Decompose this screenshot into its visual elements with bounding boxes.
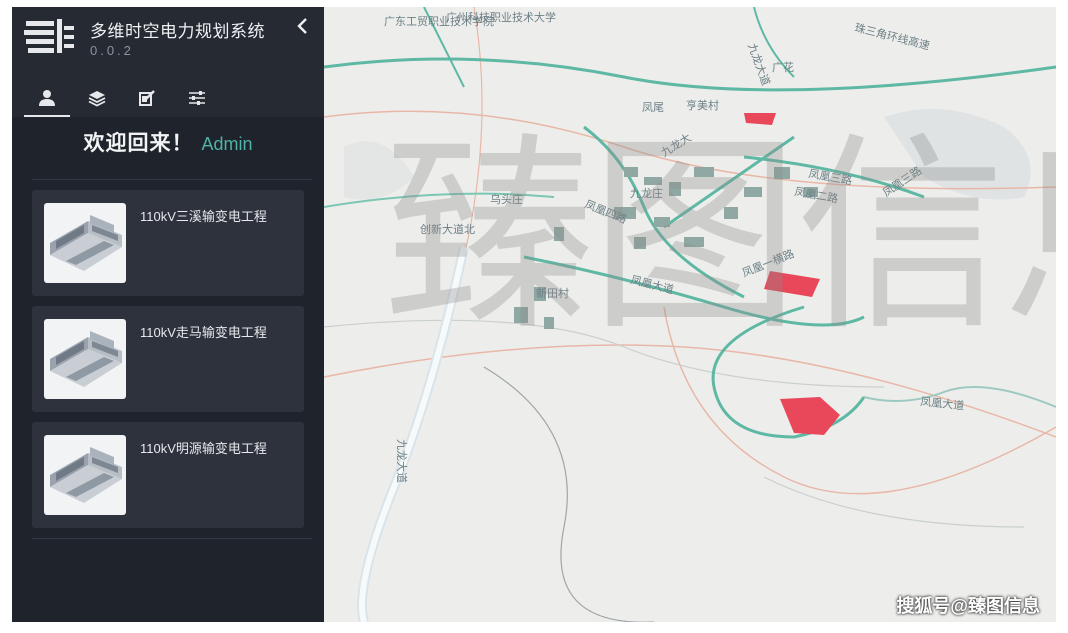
tab-layers[interactable] — [74, 83, 120, 115]
sidebar-tabs — [24, 83, 244, 117]
tab-settings[interactable] — [174, 83, 220, 115]
username-label: Admin — [201, 134, 253, 154]
welcome-text: 欢迎回来！ — [83, 132, 194, 155]
project-card[interactable]: 110kV三溪输变电工程 — [32, 190, 304, 296]
map-label: 凤尾 — [642, 101, 664, 114]
map-label: 广州科技职业技术大学 — [446, 10, 556, 24]
chevron-left-icon — [297, 18, 307, 34]
map-label: 广花 — [772, 61, 794, 74]
sidebar: 多维时空电力规划系统 0.0.2 欢迎回来！ Admin 110kV三溪输变电工… — [12, 7, 324, 622]
map-label: 珠三角环线高速 — [853, 20, 931, 52]
watermark: 臻图信息 — [384, 114, 1056, 359]
project-card[interactable]: 110kV走马输变电工程 — [32, 306, 304, 412]
welcome-message: 欢迎回来！ Admin — [12, 127, 324, 157]
map-label: 九龙大道 — [745, 41, 773, 87]
tab-edit[interactable] — [124, 83, 170, 115]
substation-model-icon — [44, 319, 126, 399]
project-title: 110kV明源输变电工程 — [140, 441, 267, 456]
substation-model-icon — [44, 435, 126, 515]
divider — [32, 538, 312, 539]
map-label: 亨美村 — [686, 98, 719, 112]
tab-user[interactable] — [24, 83, 70, 117]
app-window: 多维时空电力规划系统 0.0.2 欢迎回来！ Admin 110kV三溪输变电工… — [12, 7, 1056, 622]
sidebar-header: 多维时空电力规划系统 0.0.2 — [12, 7, 324, 117]
project-title: 110kV三溪输变电工程 — [140, 209, 267, 224]
edit-icon — [139, 90, 155, 106]
divider — [32, 179, 312, 180]
user-icon — [39, 90, 55, 106]
substation-model-icon — [44, 203, 126, 283]
source-credit: 搜狐号@臻图信息 — [896, 596, 1040, 616]
map-view[interactable]: 广东工贸职业技术学院 广州科技职业技术大学 珠三角环线高速 九龙大道 广花 凤尾… — [324, 7, 1056, 622]
project-card[interactable]: 110kV明源输变电工程 — [32, 422, 304, 528]
project-title: 110kV走马输变电工程 — [140, 325, 267, 340]
map-label: 九龙大道 — [395, 439, 409, 483]
app-title: 多维时空电力规划系统 — [90, 22, 265, 41]
map-label: 凤凰大道 — [920, 394, 965, 413]
collapse-sidebar-button[interactable] — [292, 15, 314, 41]
app-version: 0.0.2 — [90, 43, 134, 58]
app-logo-icon — [24, 17, 76, 55]
sliders-icon — [189, 91, 205, 105]
layers-icon — [88, 91, 106, 107]
